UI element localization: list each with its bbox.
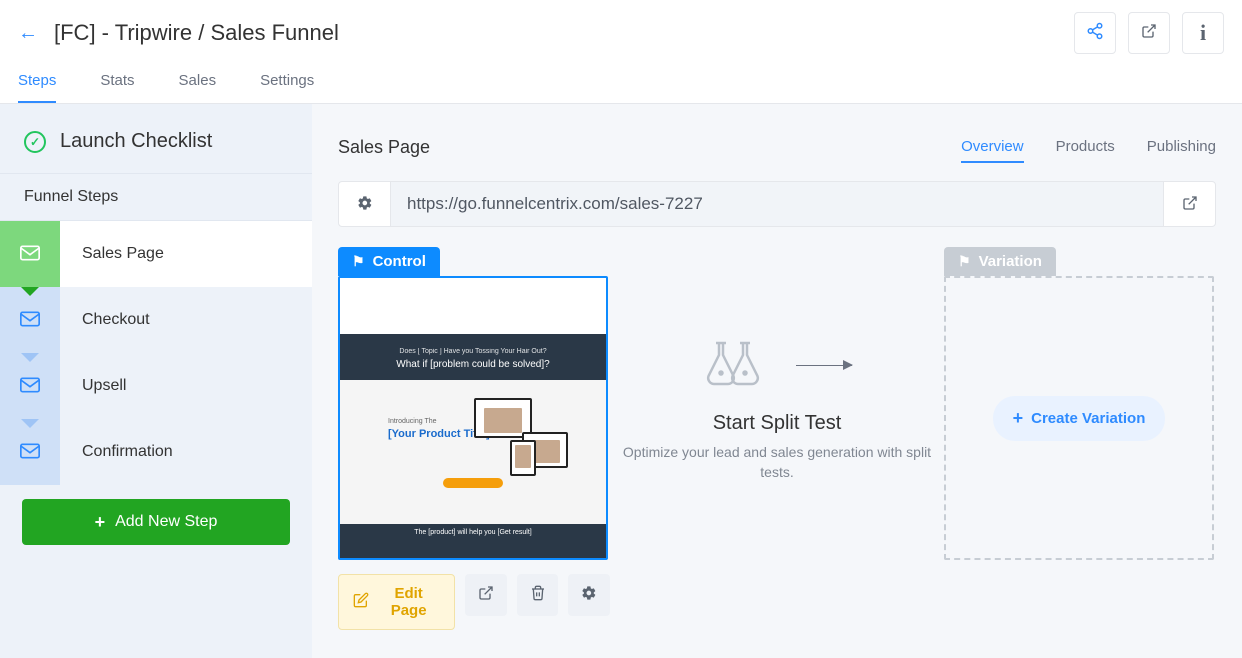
- gear-icon: [357, 195, 373, 214]
- external-link-icon: [1141, 23, 1157, 44]
- create-variation-button[interactable]: +Create Variation: [993, 396, 1166, 441]
- subtab-products[interactable]: Products: [1056, 132, 1115, 163]
- url-open-button[interactable]: [1163, 182, 1215, 226]
- flag-icon: ⚑: [352, 253, 365, 270]
- arrow-icon: [796, 365, 852, 366]
- subtab-overview[interactable]: Overview: [961, 132, 1024, 163]
- tab-stats[interactable]: Stats: [100, 62, 134, 103]
- external-link-icon: [1182, 195, 1198, 214]
- launch-checklist[interactable]: ✓ Launch Checklist: [0, 126, 312, 173]
- nav-tabs: Steps Stats Sales Settings: [0, 62, 1242, 104]
- funnel-steps-list: Sales Page Checkout Upsell Confirmation: [0, 220, 312, 485]
- share-button[interactable]: [1074, 12, 1116, 54]
- flag-icon: ⚑: [958, 253, 971, 270]
- delete-page-button[interactable]: [517, 574, 559, 616]
- sidebar: ✓ Launch Checklist Funnel Steps Sales Pa…: [0, 104, 312, 658]
- control-page-card[interactable]: Does [ Topic ] Have you Tossing Your Hai…: [338, 276, 608, 560]
- gear-icon: [581, 585, 597, 606]
- variation-tag: ⚑Variation: [944, 247, 1056, 276]
- check-circle-icon: ✓: [24, 131, 46, 153]
- funnel-step-checkout[interactable]: Checkout: [0, 287, 312, 353]
- flasks-icon: [702, 337, 766, 394]
- variation-card: +Create Variation: [944, 276, 1214, 560]
- funnel-step-upsell[interactable]: Upsell: [0, 353, 312, 419]
- top-bar: ← [FC] - Tripwire / Sales Funnel i: [0, 0, 1242, 62]
- open-external-button[interactable]: [1128, 12, 1170, 54]
- tab-settings[interactable]: Settings: [260, 62, 314, 103]
- subtab-publishing[interactable]: Publishing: [1147, 132, 1216, 163]
- url-settings-button[interactable]: [339, 182, 391, 226]
- control-tag: ⚑Control: [338, 247, 440, 276]
- mail-icon: [20, 443, 40, 462]
- edit-page-button[interactable]: Edit Page: [338, 574, 455, 630]
- info-icon: i: [1200, 20, 1206, 46]
- main-panel: Sales Page Overview Products Publishing …: [312, 104, 1242, 658]
- open-page-button[interactable]: [465, 574, 507, 616]
- variation-column: ⚑Variation +Create Variation: [944, 247, 1216, 560]
- page-settings-button[interactable]: [568, 574, 610, 616]
- plus-icon: +: [1013, 408, 1024, 429]
- share-icon: [1086, 22, 1104, 45]
- tab-steps[interactable]: Steps: [18, 62, 56, 103]
- back-arrow[interactable]: ←: [18, 22, 38, 45]
- mail-icon: [20, 245, 40, 264]
- sub-tabs: Overview Products Publishing: [961, 132, 1216, 163]
- split-test-title: Start Split Test: [713, 412, 842, 435]
- edit-icon: [353, 592, 369, 612]
- info-button[interactable]: i: [1182, 12, 1224, 54]
- add-new-step-button[interactable]: +Add New Step: [22, 499, 290, 545]
- funnel-step-confirmation[interactable]: Confirmation: [0, 419, 312, 485]
- page-thumbnail: Does [ Topic ] Have you Tossing Your Hai…: [340, 278, 606, 558]
- page-title: [FC] - Tripwire / Sales Funnel: [54, 20, 339, 46]
- funnel-steps-header: Funnel Steps: [0, 173, 312, 220]
- external-link-icon: [478, 585, 494, 606]
- mail-icon: [20, 311, 40, 330]
- main-title: Sales Page: [338, 137, 430, 158]
- tab-sales[interactable]: Sales: [179, 62, 217, 103]
- split-test-info: Start Split Test Optimize your lead and …: [610, 247, 944, 482]
- split-test-subtitle: Optimize your lead and sales generation …: [610, 443, 944, 482]
- control-column: ⚑Control Does [ Topic ] Have you Tossing…: [338, 247, 610, 630]
- url-bar: https://go.funnelcentrix.com/sales-7227: [338, 181, 1216, 227]
- mail-icon: [20, 377, 40, 396]
- plus-icon: +: [95, 512, 106, 533]
- funnel-step-sales-page[interactable]: Sales Page: [0, 221, 312, 287]
- trash-icon: [530, 585, 546, 606]
- url-display[interactable]: https://go.funnelcentrix.com/sales-7227: [391, 182, 1163, 226]
- launch-checklist-label: Launch Checklist: [60, 130, 212, 153]
